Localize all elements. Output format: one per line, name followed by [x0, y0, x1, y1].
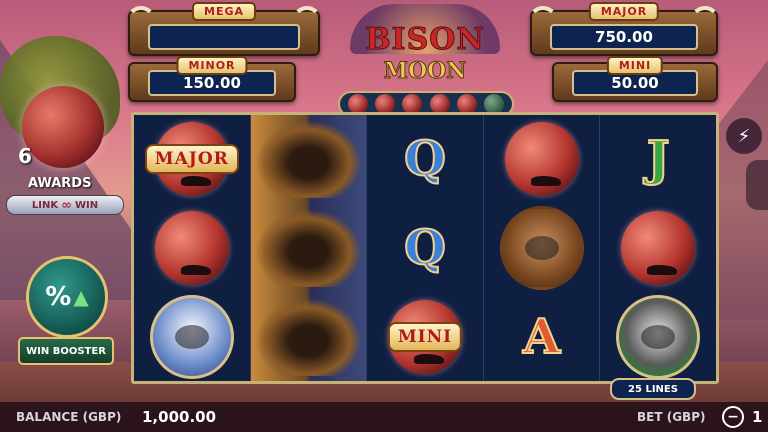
jackpot-mega-value — [148, 24, 300, 50]
reel-cell: MAJOR — [134, 115, 250, 204]
bear-icon — [524, 236, 559, 260]
letter-symbol: J — [646, 131, 671, 188]
jackpot-major-value: 750.00 — [550, 24, 698, 50]
letter-symbol: Q — [403, 220, 447, 276]
link-win-text-2: WIN — [74, 199, 99, 211]
jackpot-major: 750.00 MAJOR — [528, 2, 720, 56]
jackpot-symbol-label: MAJOR — [144, 144, 239, 175]
side-panel-tab[interactable] — [746, 160, 768, 210]
reel: MAJOR — [134, 115, 251, 381]
infinity-icon: ∞ — [61, 197, 72, 213]
logo-title-moon: MOON — [383, 58, 467, 85]
reel-cell: Q — [367, 115, 483, 204]
reel-cell — [251, 115, 367, 204]
win-booster-button[interactable]: % ▲ — [26, 256, 108, 338]
jackpot-mega: MEGA — [126, 2, 322, 56]
moon-tracker-pip — [429, 94, 450, 114]
reel-cell — [251, 204, 367, 293]
bet-decrease-button[interactable]: − — [722, 406, 744, 428]
jackpot-major-label: MAJOR — [588, 2, 660, 21]
award-moon-icon — [22, 86, 104, 168]
blood-moon-symbol — [504, 122, 579, 197]
bet-value: 1 — [752, 408, 763, 426]
moon-tracker-pip — [402, 94, 423, 114]
link-win-text: LINK — [31, 199, 59, 211]
balance-label: BALANCE (GBP) — [16, 410, 122, 424]
reel: Q Q MINI — [367, 115, 484, 381]
bison-wild-symbol — [255, 120, 362, 199]
reel-cell — [251, 292, 367, 381]
bear-symbol — [499, 206, 584, 290]
bison-silhouette-icon — [413, 353, 444, 364]
eagle-symbol — [149, 294, 234, 379]
jackpot-minor: 150.00 MINOR — [128, 56, 296, 102]
awards-label: AWARDS — [28, 176, 92, 191]
reel-cell — [600, 292, 716, 381]
reel-grid[interactable]: MAJOR Q Q MINI A J — [131, 112, 719, 384]
eagle-icon — [174, 324, 209, 349]
reel-cell — [484, 115, 600, 204]
award-count: 6 — [18, 144, 32, 168]
bison-silhouette-icon — [180, 265, 211, 275]
reel-cell: MINI — [367, 292, 483, 381]
bison-wild-symbol — [255, 208, 362, 288]
bet-label: BET (GBP) — [637, 410, 706, 424]
jackpot-symbol-label: MINI — [387, 321, 463, 352]
bison-silhouette-icon — [530, 176, 561, 187]
blood-moon-symbol — [154, 211, 229, 285]
moon-tracker-pip — [347, 94, 368, 114]
jackpot-mini-label: MINI — [606, 56, 664, 75]
reel-cell: A — [484, 292, 600, 381]
balance-value: 1,000.00 — [142, 408, 217, 426]
reel — [250, 115, 368, 381]
bison-silhouette-icon — [647, 265, 678, 275]
jackpot-mini: 50.00 MINI — [552, 56, 718, 102]
game-logo: BISON MOON — [340, 4, 510, 88]
reel-cell — [600, 204, 716, 293]
turbo-button[interactable]: ⚡ — [726, 118, 762, 154]
moon-tracker-pip — [456, 94, 477, 114]
bottom-bar: BALANCE (GBP) 1,000.00 BET (GBP) − 1 — [0, 402, 768, 432]
reel-cell — [134, 204, 250, 293]
bison-silhouette-icon — [180, 176, 211, 187]
percent-icon: % — [45, 282, 72, 312]
arrow-up-icon: ▲ — [73, 285, 89, 309]
reel: J — [600, 115, 716, 381]
letter-symbol: A — [522, 308, 561, 365]
jackpot-minor-label: MINOR — [176, 56, 248, 75]
raccoon-icon — [641, 324, 676, 349]
link-win-logo: LINK ∞ WIN — [6, 195, 124, 215]
reel-cell: Q — [367, 204, 483, 293]
raccoon-symbol — [616, 294, 701, 379]
win-booster-label[interactable]: WIN BOOSTER — [18, 337, 114, 365]
lightning-icon: ⚡ — [737, 125, 751, 147]
blood-moon-symbol — [621, 211, 696, 285]
reel-cell — [134, 292, 250, 381]
logo-title-bison: BISON — [365, 22, 485, 58]
moon-tracker-pip — [374, 94, 395, 114]
lines-badge: 25 LINES — [610, 378, 696, 400]
moon-tracker-pip — [484, 94, 505, 114]
bison-wild-symbol — [255, 297, 362, 376]
reel-cell — [484, 204, 600, 293]
jackpot-mega-label: MEGA — [191, 2, 257, 21]
reel: A — [484, 115, 601, 381]
reel-cell: J — [600, 115, 716, 204]
letter-symbol: Q — [403, 131, 447, 188]
